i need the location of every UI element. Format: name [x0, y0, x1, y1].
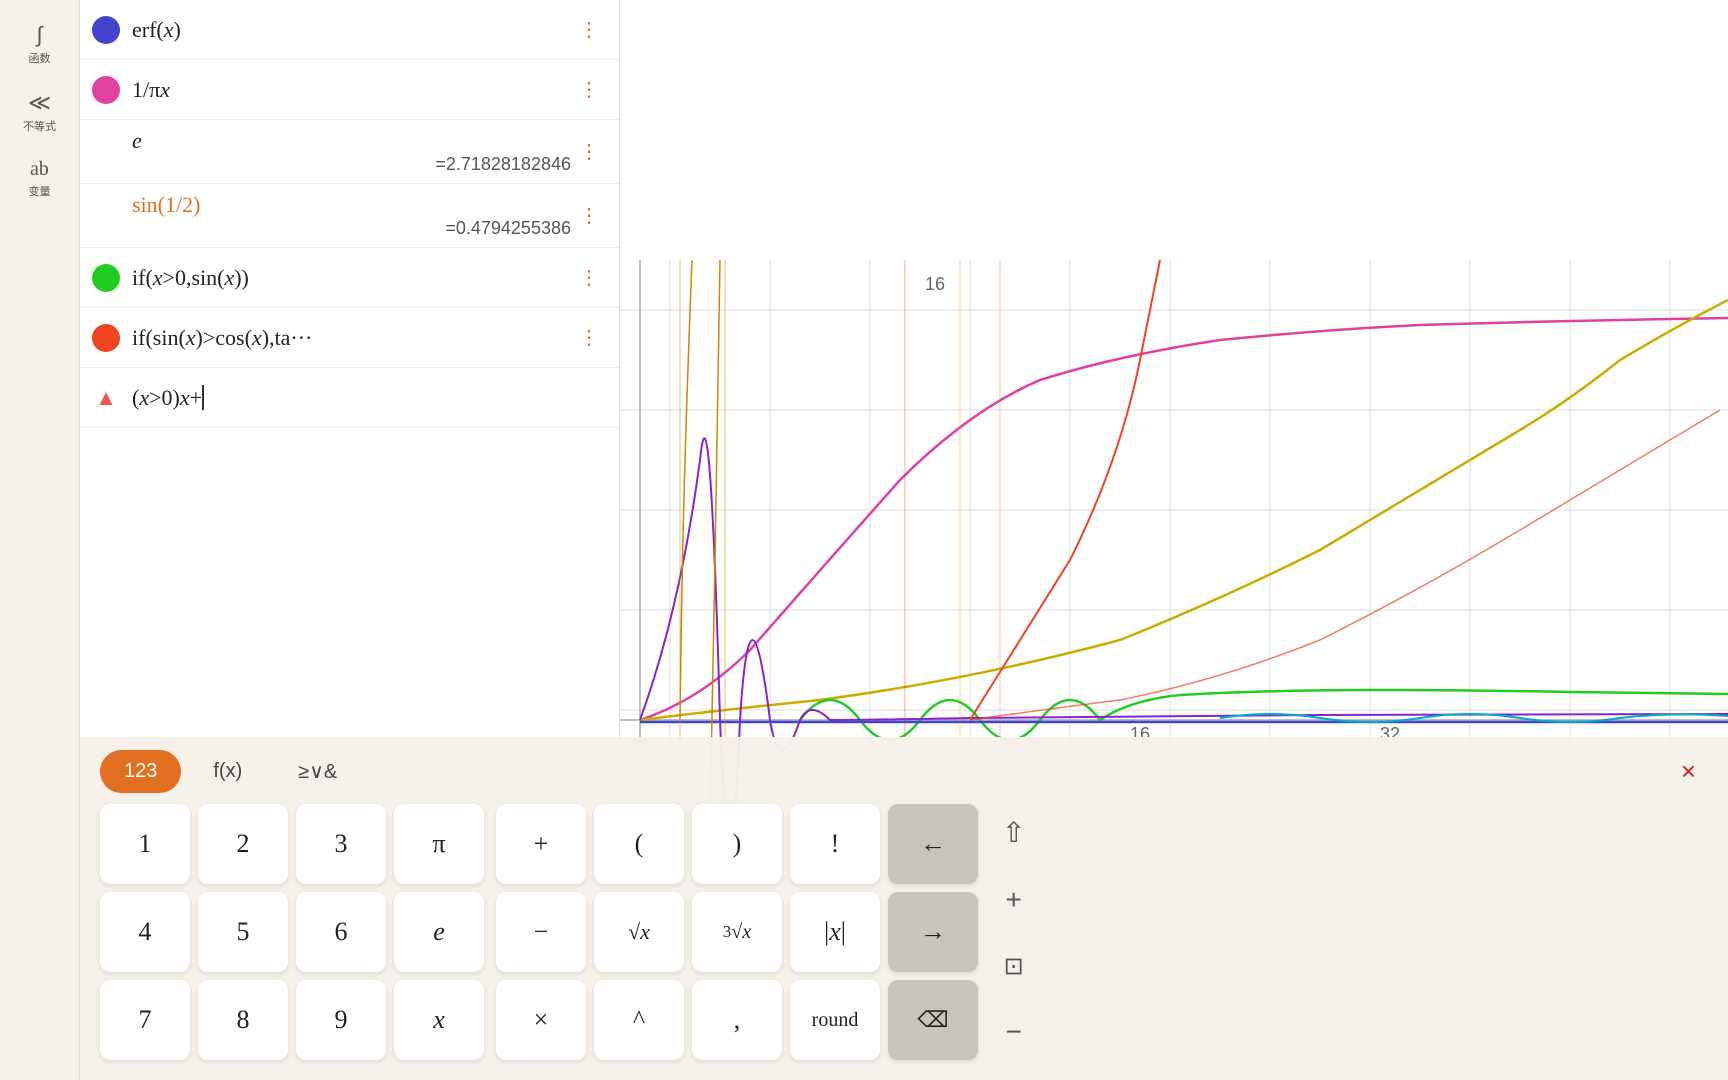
key-minus[interactable]: −	[496, 892, 586, 972]
key-comma[interactable]: ,	[692, 980, 782, 1060]
expr-text-4: sin(1/2)	[132, 192, 571, 218]
key-5[interactable]: 5	[198, 892, 288, 972]
expr-menu-1[interactable]: ⋮	[571, 13, 607, 46]
sidebar-label-inequalities: 不等式	[23, 118, 56, 134]
expr-text-2: 1/πx	[132, 77, 571, 103]
keyboard-overlay: 123 f(x) ≥∨& × 1 2 3 π 4 5 6 e 7 8 9	[80, 737, 1728, 1080]
dot-none-4	[92, 202, 120, 230]
sidebar-label-variables: 变量	[29, 183, 51, 199]
expr-menu-4[interactable]: ⋮	[571, 199, 607, 232]
dot-red-6	[92, 324, 120, 352]
expr-content-3: e =2.71828182846	[132, 128, 571, 175]
key-delete[interactable]: ⌫	[888, 980, 978, 1060]
sidebar-label-functions: 函数	[29, 50, 51, 66]
expr-content-7: (x>0)x+​	[132, 385, 607, 411]
tab-logic[interactable]: ≥∨&	[274, 749, 361, 794]
expr-content-1: erf(x)	[132, 17, 571, 43]
key-rparen[interactable]: )	[692, 804, 782, 884]
expr-value-4: =0.4794255386	[132, 218, 571, 239]
expression-row-6[interactable]: if(sin(x)>cos(x),ta··· ⋮	[80, 308, 619, 368]
plus-side-button[interactable]: +	[994, 876, 1033, 924]
expression-row-4[interactable]: sin(1/2) =0.4794255386 ⋮	[80, 184, 619, 248]
expr-content-2: 1/πx	[132, 77, 571, 103]
sidebar-item-inequalities[interactable]: ≪ 不等式	[0, 78, 79, 146]
shift-button[interactable]: ⇧	[994, 808, 1033, 857]
dot-none-3	[92, 138, 120, 166]
app-container: ∫ 函数 ≪ 不等式 ab 变量 erf(x) ⋮ 1/πx ⋮	[0, 0, 1728, 1080]
expr-menu-6[interactable]: ⋮	[571, 321, 607, 354]
inequality-icon: ≪	[28, 90, 51, 116]
expr-menu-5[interactable]: ⋮	[571, 261, 607, 294]
key-round[interactable]: round	[790, 980, 880, 1060]
integral-icon: ∫	[36, 22, 42, 48]
expression-row-5[interactable]: if(x>0,sin(x)) ⋮	[80, 248, 619, 308]
expr-menu-3[interactable]: ⋮	[571, 135, 607, 168]
variable-icon: ab	[30, 158, 49, 181]
key-x[interactable]: x	[394, 980, 484, 1060]
expr-text-1: erf(x)	[132, 17, 571, 43]
key-forward-arrow[interactable]: →	[888, 892, 978, 972]
key-e[interactable]: e	[394, 892, 484, 972]
key-abs[interactable]: |x|	[790, 892, 880, 972]
key-sqrt[interactable]: √x	[594, 892, 684, 972]
expr-text-7: (x>0)x+​	[132, 385, 607, 411]
key-pi[interactable]: π	[394, 804, 484, 884]
frame-button[interactable]: ⊡	[994, 944, 1033, 989]
svg-text:16: 16	[925, 274, 945, 294]
dot-blue-1	[92, 16, 120, 44]
key-cbrt[interactable]: 3√x	[692, 892, 782, 972]
expression-row-7[interactable]: ▲ (x>0)x+​	[80, 368, 619, 428]
expr-text-3: e	[132, 128, 571, 154]
key-6[interactable]: 6	[296, 892, 386, 972]
dot-green-5	[92, 264, 120, 292]
keyboard-tab-row: 123 f(x) ≥∨& ×	[100, 749, 1708, 794]
key-1[interactable]: 1	[100, 804, 190, 884]
key-factorial[interactable]: !	[790, 804, 880, 884]
key-lparen[interactable]: (	[594, 804, 684, 884]
expr-value-3: =2.71828182846	[132, 154, 571, 175]
sidebar-item-variables[interactable]: ab 变量	[0, 146, 79, 211]
close-keyboard-button[interactable]: ×	[1669, 752, 1708, 791]
sidebar: ∫ 函数 ≪ 不等式 ab 变量	[0, 0, 80, 1080]
key-2[interactable]: 2	[198, 804, 288, 884]
expr-text-5: if(x>0,sin(x))	[132, 265, 571, 291]
key-8[interactable]: 8	[198, 980, 288, 1060]
sidebar-item-functions[interactable]: ∫ 函数	[0, 10, 79, 78]
tab-fx[interactable]: f(x)	[189, 750, 266, 793]
key-7[interactable]: 7	[100, 980, 190, 1060]
expr-content-4: sin(1/2) =0.4794255386	[132, 192, 571, 239]
key-plus[interactable]: +	[496, 804, 586, 884]
expression-row-2[interactable]: 1/πx ⋮	[80, 60, 619, 120]
key-caret[interactable]: ^	[594, 980, 684, 1060]
key-back-arrow[interactable]: ←	[888, 804, 978, 884]
tab-123[interactable]: 123	[100, 750, 181, 793]
minus-side-button[interactable]: −	[994, 1008, 1033, 1056]
expr-menu-2[interactable]: ⋮	[571, 73, 607, 106]
expr-content-6: if(sin(x)>cos(x),ta···	[132, 325, 571, 351]
dot-pink-2	[92, 76, 120, 104]
key-3[interactable]: 3	[296, 804, 386, 884]
key-9[interactable]: 9	[296, 980, 386, 1060]
key-multiply[interactable]: ×	[496, 980, 586, 1060]
expression-row-3[interactable]: e =2.71828182846 ⋮	[80, 120, 619, 184]
expr-text-6: if(sin(x)>cos(x),ta···	[132, 325, 571, 351]
expr-content-5: if(x>0,sin(x))	[132, 265, 571, 291]
expression-row-1[interactable]: erf(x) ⋮	[80, 0, 619, 60]
dot-warning-7: ▲	[92, 384, 120, 412]
key-4[interactable]: 4	[100, 892, 190, 972]
